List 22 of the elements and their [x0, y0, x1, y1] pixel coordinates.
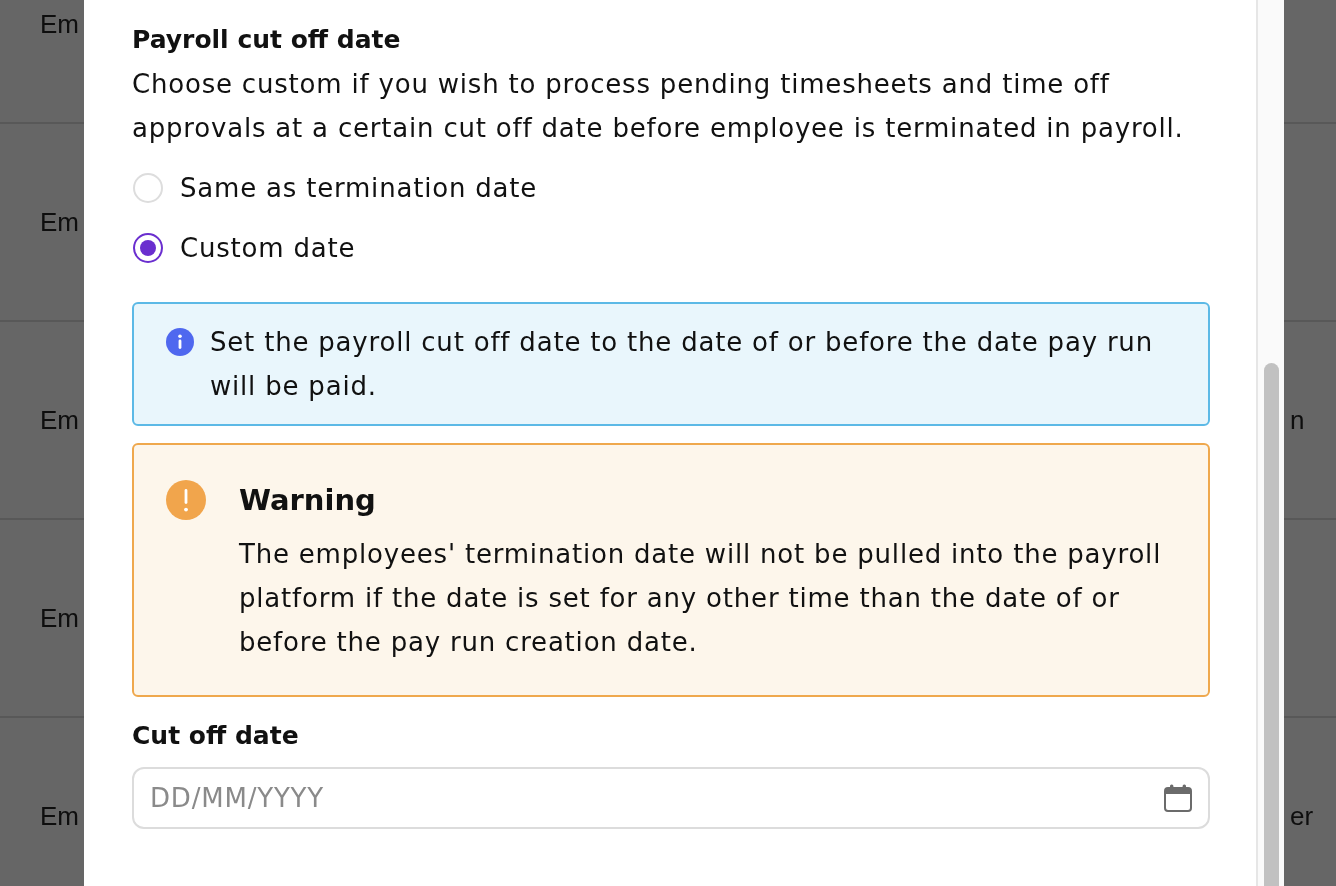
option-label[interactable]: Same as termination date	[180, 166, 538, 210]
option-label[interactable]: Custom date	[180, 226, 356, 270]
row-label: Em	[40, 206, 79, 239]
row-label: Em	[40, 404, 79, 437]
date-input[interactable]: DD/MM/YYYY	[132, 767, 1210, 829]
alert-text: Set the payroll cut off date to the date of or before the date pay run will be paid.	[210, 326, 1154, 403]
row-label: n	[1290, 404, 1305, 437]
radio-button[interactable]	[133, 233, 163, 263]
alert-text: The employees' termination date will not be pulled into the payroll platform if the date is set for any other time than the date of or before the pay run creation date.	[239, 538, 1163, 659]
field-label: Cut off date	[132, 720, 300, 752]
exclamation-icon	[166, 480, 206, 520]
info-icon	[166, 328, 194, 356]
section-title: Payroll cut off date	[132, 24, 402, 56]
row-label: Em	[40, 800, 79, 833]
section-description: Choose custom if you wish to process pending timesheets and time off approvals at a certain cut off date before employee is terminated in payroll.	[132, 68, 1185, 145]
scrollbar-thumb[interactable]	[1264, 363, 1279, 886]
row-label: Em	[40, 8, 79, 41]
row-label: Em	[40, 602, 79, 635]
scrollbar-track[interactable]	[1256, 0, 1284, 886]
alert-title: Warning	[239, 482, 377, 519]
calendar-icon[interactable]	[1164, 784, 1192, 812]
row-label: er	[1290, 800, 1314, 833]
